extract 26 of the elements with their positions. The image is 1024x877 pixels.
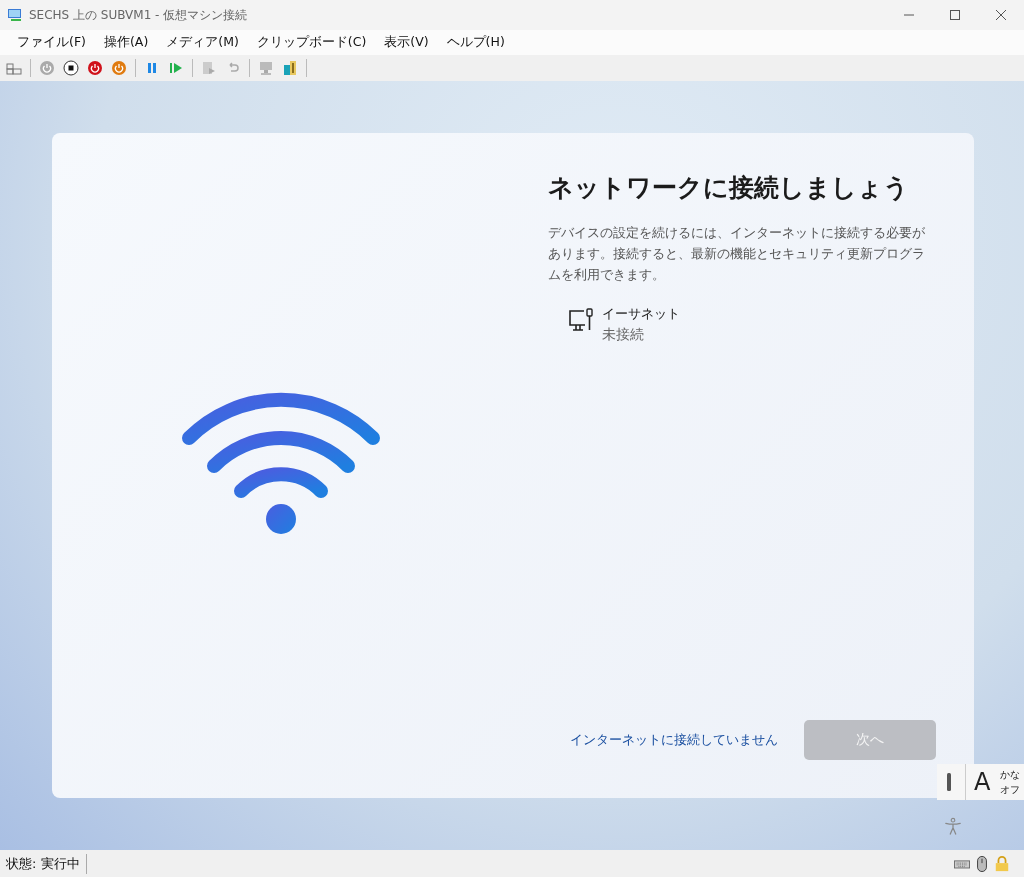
skip-link[interactable]: インターネットに接続していません bbox=[570, 731, 778, 749]
network-status: 未接続 bbox=[602, 326, 645, 344]
lock-icon bbox=[994, 855, 1010, 872]
play-icon[interactable] bbox=[168, 60, 184, 76]
ime-label: オフ bbox=[1000, 783, 1021, 797]
page-heading: ネットワークに接続しましょう bbox=[548, 172, 910, 204]
status-text: 状態: 実行中 bbox=[5, 854, 81, 873]
ethernet-icon bbox=[568, 308, 594, 334]
menu-item[interactable]: 表示(V) bbox=[375, 34, 438, 51]
accessibility-icon[interactable] bbox=[944, 816, 962, 836]
menu-item[interactable]: メディア(M) bbox=[157, 34, 248, 51]
menu-item[interactable]: ヘルプ(H) bbox=[437, 34, 514, 51]
shutdown-icon[interactable] bbox=[87, 60, 103, 76]
menu-item[interactable]: 操作(A) bbox=[94, 34, 158, 51]
power-icon[interactable] bbox=[111, 60, 127, 76]
window-title: SECHS 上の SUBVM1 - 仮想マシン接続 bbox=[29, 6, 248, 24]
menu-item[interactable]: ファイル(F) bbox=[8, 34, 95, 51]
description-text: デバイスの設定を続けるには、インターネットに接続する必要があります。接続すると、最新の機能とセキュリティ更新プログラムを利用できます。 bbox=[548, 224, 926, 284]
network-name: イーサネット bbox=[602, 305, 680, 323]
start-icon[interactable] bbox=[39, 60, 55, 76]
cursor-icon bbox=[947, 773, 951, 791]
stop-icon[interactable] bbox=[63, 60, 79, 76]
ime-label: かな bbox=[1000, 768, 1021, 782]
menu-item[interactable]: クリップボード(C) bbox=[247, 34, 376, 51]
ime-mode-button[interactable]: A bbox=[965, 764, 991, 800]
mouse-icon bbox=[974, 855, 990, 872]
